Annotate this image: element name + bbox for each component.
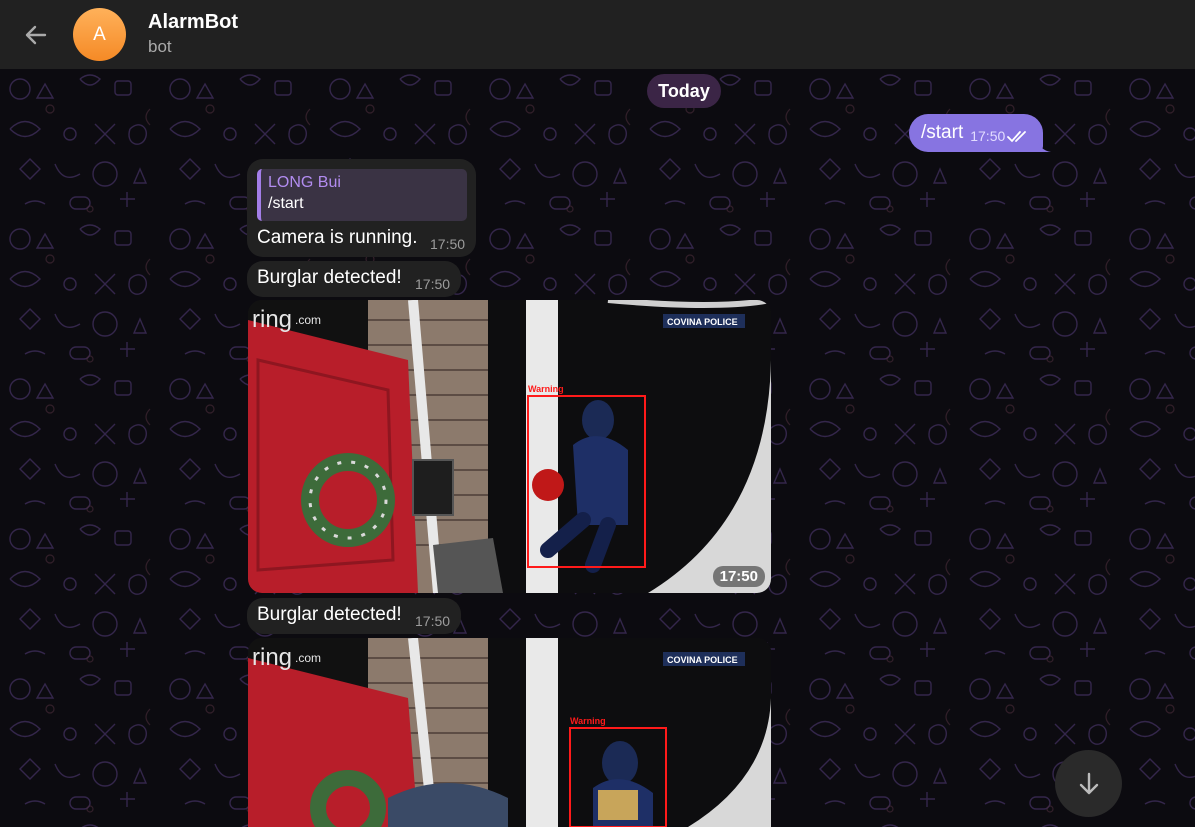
date-separator: Today xyxy=(647,74,721,108)
chat-title[interactable]: AlarmBot xyxy=(148,11,238,34)
chat-status: bot xyxy=(148,37,172,56)
incoming-message[interactable]: LONG Bui /start Camera is running. 17:50 xyxy=(247,159,476,257)
ring-logo: ring xyxy=(252,644,292,671)
photo-message[interactable]: Warning ring .com COVINA POLICE xyxy=(248,638,771,827)
message-text: /start xyxy=(921,122,964,143)
message-text: Burglar detected! xyxy=(257,267,402,288)
ring-logo-suffix: .com xyxy=(295,651,321,665)
ring-logo-suffix: .com xyxy=(295,313,321,327)
reply-quote[interactable]: LONG Bui /start xyxy=(257,169,467,221)
message-time: 17:50 xyxy=(415,613,451,629)
back-button[interactable] xyxy=(18,17,54,53)
incoming-message[interactable]: Burglar detected! 17:50 xyxy=(247,261,461,297)
incoming-message[interactable]: Burglar detected! 17:50 xyxy=(247,598,461,634)
bubble-tail xyxy=(1037,138,1051,152)
arrow-left-icon xyxy=(25,25,47,45)
camera-snapshot-image: Warning ring .com COVINA POLICE xyxy=(248,300,771,593)
reply-text: /start xyxy=(268,195,304,212)
double-check-icon xyxy=(1007,131,1027,143)
camera-snapshot-image: Warning ring .com COVINA POLICE xyxy=(248,638,771,827)
avatar[interactable]: A xyxy=(73,8,126,61)
chat-header: A AlarmBot bot xyxy=(0,0,1195,69)
watermark: COVINA POLICE xyxy=(667,317,738,327)
detection-label: Warning xyxy=(570,716,606,726)
ring-logo: ring xyxy=(252,306,292,333)
outgoing-message[interactable]: /start 17:50 xyxy=(909,114,1051,152)
photo-time: 17:50 xyxy=(712,566,765,587)
message-text: Burglar detected! xyxy=(257,604,402,625)
scroll-down-button[interactable] xyxy=(1055,750,1122,817)
watermark: COVINA POLICE xyxy=(667,655,738,665)
detection-label: Warning xyxy=(528,384,564,394)
photo-message[interactable]: Warning ring .com COVINA POLICE 17:50 xyxy=(248,300,771,593)
reply-author: LONG Bui xyxy=(268,174,341,191)
message-time: 17:50 xyxy=(415,276,451,292)
arrow-down-icon xyxy=(1079,772,1098,794)
avatar-initial: A xyxy=(93,23,106,45)
message-text: Camera is running. xyxy=(257,227,418,248)
message-time: 17:50 xyxy=(970,128,1006,144)
message-time: 17:50 xyxy=(430,236,466,252)
